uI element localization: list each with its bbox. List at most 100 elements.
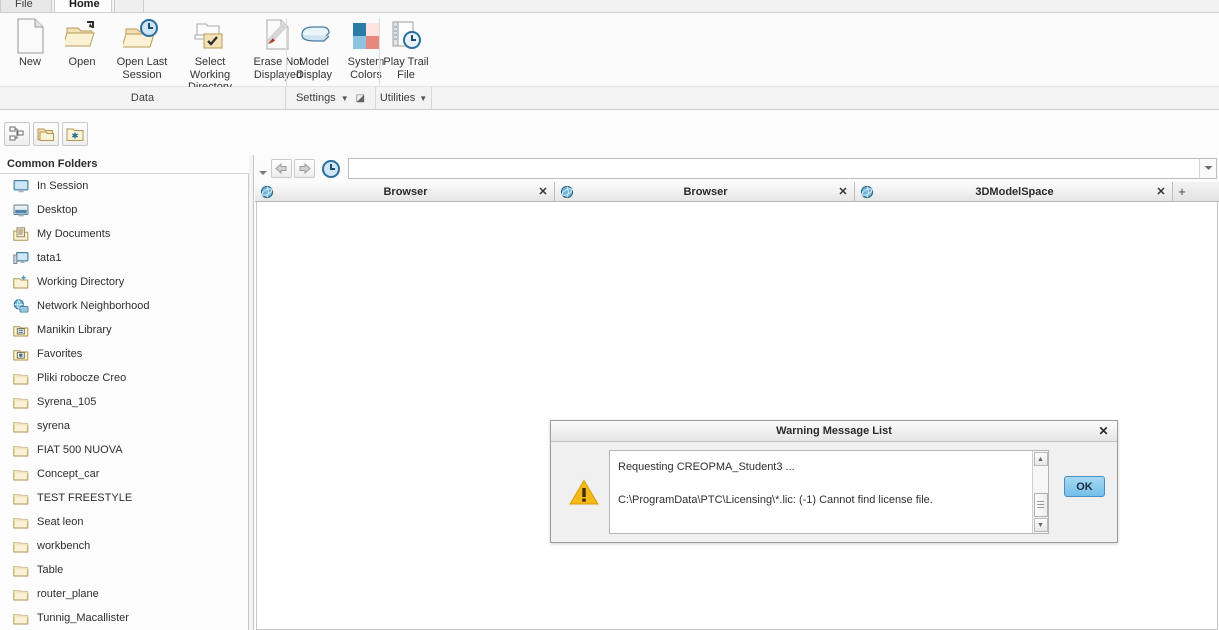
scroll-up-icon[interactable]: ▲ [1033, 452, 1048, 466]
folder-list-item[interactable]: TEST FREESTYLE [0, 486, 248, 510]
folder-icon [13, 611, 29, 626]
ribbon-group-utilities: Play Trail File [380, 13, 432, 87]
ribbon-divider-1 [286, 18, 287, 86]
address-input[interactable] [349, 159, 1199, 178]
folder-list[interactable]: In Session Desktop My Documents tata1 Workin… [0, 174, 248, 630]
ribbon-group-settings-text: Settings [295, 92, 336, 104]
model-display-button[interactable]: Model Display [288, 13, 340, 85]
address-dropdown-button[interactable] [1199, 159, 1216, 178]
select-working-directory-button[interactable]: Select Working Directory [176, 13, 244, 94]
scroll-down-icon[interactable]: ▼ [1033, 518, 1048, 532]
back-button[interactable] [271, 159, 292, 178]
folder-list-item[interactable]: My Documents [0, 222, 248, 246]
scrollbar-thumb[interactable] [1033, 493, 1048, 517]
folder-list-item[interactable]: Table [0, 558, 248, 582]
tree-view-button[interactable] [4, 122, 30, 146]
new-button[interactable]: New [4, 13, 56, 85]
computer-icon [13, 251, 29, 266]
scrollbar-track[interactable] [1033, 467, 1048, 517]
browser-navigation-bar [255, 155, 1219, 182]
open-button-label: Open [68, 56, 96, 68]
folder-list-item[interactable]: Desktop [0, 198, 248, 222]
ribbon-group-utilities-text: Utilities [379, 92, 416, 104]
folder-list-item-label: tata1 [37, 252, 62, 264]
tab-home-label: Home [69, 0, 100, 10]
folders-stack-icon [37, 128, 54, 141]
close-icon[interactable]: ✕ [1154, 185, 1168, 198]
favorites-star-icon [13, 347, 29, 362]
close-icon[interactable]: ✕ [536, 185, 550, 198]
warning-message-dialog: Warning Message List ✕ Requesting CREOPM… [550, 420, 1118, 543]
folder-list-item[interactable]: Favorites [0, 342, 248, 366]
folder-list-item-label: workbench [37, 540, 91, 552]
browser-tab[interactable]: 3DModelSpace ✕ [855, 182, 1173, 201]
close-icon[interactable]: ✕ [1097, 424, 1110, 438]
chevron-down-icon: ▼ [419, 93, 428, 103]
tab-file[interactable]: File [0, 0, 52, 12]
folder-icon [13, 443, 29, 458]
new-document-icon [15, 16, 45, 56]
browser-tab-label: Browser [383, 185, 428, 198]
open-folder-icon [65, 16, 99, 56]
chevron-down-icon[interactable] [255, 161, 271, 177]
folder-list-item-label: router_plane [37, 588, 99, 600]
ribbon-group-label-utilities[interactable]: Utilities ▼ [376, 87, 432, 109]
folder-list-item[interactable]: Network Neighborhood [0, 294, 248, 318]
open-last-session-button[interactable]: Open Last Session [108, 13, 176, 85]
open-last-session-button-label: Open Last Session [116, 56, 168, 81]
folder-list-item[interactable]: Syrena_105 [0, 390, 248, 414]
pane-splitter[interactable] [249, 155, 254, 630]
message-scrollbar[interactable]: ▲ ▼ [1032, 451, 1048, 533]
dialog-launcher-icon[interactable]: ◪ [356, 93, 365, 104]
browser-tab[interactable]: Browser ✕ [255, 182, 555, 201]
folder-list-item[interactable]: Seat leon [0, 510, 248, 534]
folder-list-item[interactable]: Pliki robocze Creo [0, 366, 248, 390]
favorites-folder-icon [66, 128, 84, 141]
folder-list-item[interactable]: Concept_car [0, 462, 248, 486]
history-button[interactable] [319, 158, 343, 180]
folder-list-item[interactable]: syrena [0, 414, 248, 438]
folder-list-item[interactable]: FIAT 500 NUOVA [0, 438, 248, 462]
open-button[interactable]: Open [56, 13, 108, 85]
play-trail-file-button[interactable]: Play Trail File [380, 13, 432, 85]
folder-list-item[interactable]: tata1 [0, 246, 248, 270]
address-bar[interactable] [348, 158, 1217, 179]
chevron-down-icon: ▼ [340, 93, 349, 103]
folder-list-item[interactable]: In Session [0, 174, 248, 198]
forward-button[interactable] [294, 159, 315, 178]
folder-list-item[interactable]: workbench [0, 534, 248, 558]
folder-list-item-label: TEST FREESTYLE [37, 492, 133, 504]
documents-folder-icon [13, 226, 29, 242]
add-tab-button[interactable]: + [1173, 182, 1191, 201]
folder-list-item-label: Desktop [37, 204, 78, 216]
tab-placeholder[interactable] [114, 0, 144, 12]
browser-content-canvas [256, 202, 1218, 630]
message-line: Requesting CREOPMA_Student3 ... [618, 461, 795, 473]
browser-globe-icon [859, 185, 875, 199]
browser-tab-label: Browser [683, 185, 728, 198]
folder-list-item-label: Manikin Library [37, 324, 112, 336]
folder-list-item[interactable]: Tunnig_Macallister [0, 606, 248, 630]
new-button-label: New [18, 56, 41, 68]
ribbon-group-label-data: Data [0, 87, 286, 109]
close-icon[interactable]: ✕ [836, 185, 850, 198]
ok-button[interactable]: OK [1064, 476, 1105, 497]
scrollbar-grip-icon [1037, 500, 1044, 510]
forward-arrow-icon [299, 163, 311, 174]
ribbon-group-label-settings[interactable]: Settings ▼ ◪ [286, 87, 376, 109]
folder-list-item[interactable]: Working Directory [0, 270, 248, 294]
network-globe-icon [13, 298, 29, 314]
dialog-title: Warning Message List [776, 425, 892, 437]
folder-browser-button[interactable] [33, 122, 59, 146]
browser-tab[interactable]: Browser ✕ [555, 182, 855, 201]
folder-icon [13, 587, 29, 602]
tab-home[interactable]: Home [54, 0, 112, 12]
folder-list-item[interactable]: Manikin Library [0, 318, 248, 342]
folder-list-item[interactable]: router_plane [0, 582, 248, 606]
message-list-box[interactable]: Requesting CREOPMA_Student3 ... C:\Progra… [609, 450, 1049, 534]
favorites-button[interactable] [62, 122, 88, 146]
folder-list-item-label: Table [37, 564, 64, 576]
desktop-icon [13, 203, 29, 218]
ribbon-group-data: New Open Open Last Session Select Workin… [4, 13, 312, 93]
dialog-title-bar[interactable]: Warning Message List ✕ [551, 421, 1117, 442]
